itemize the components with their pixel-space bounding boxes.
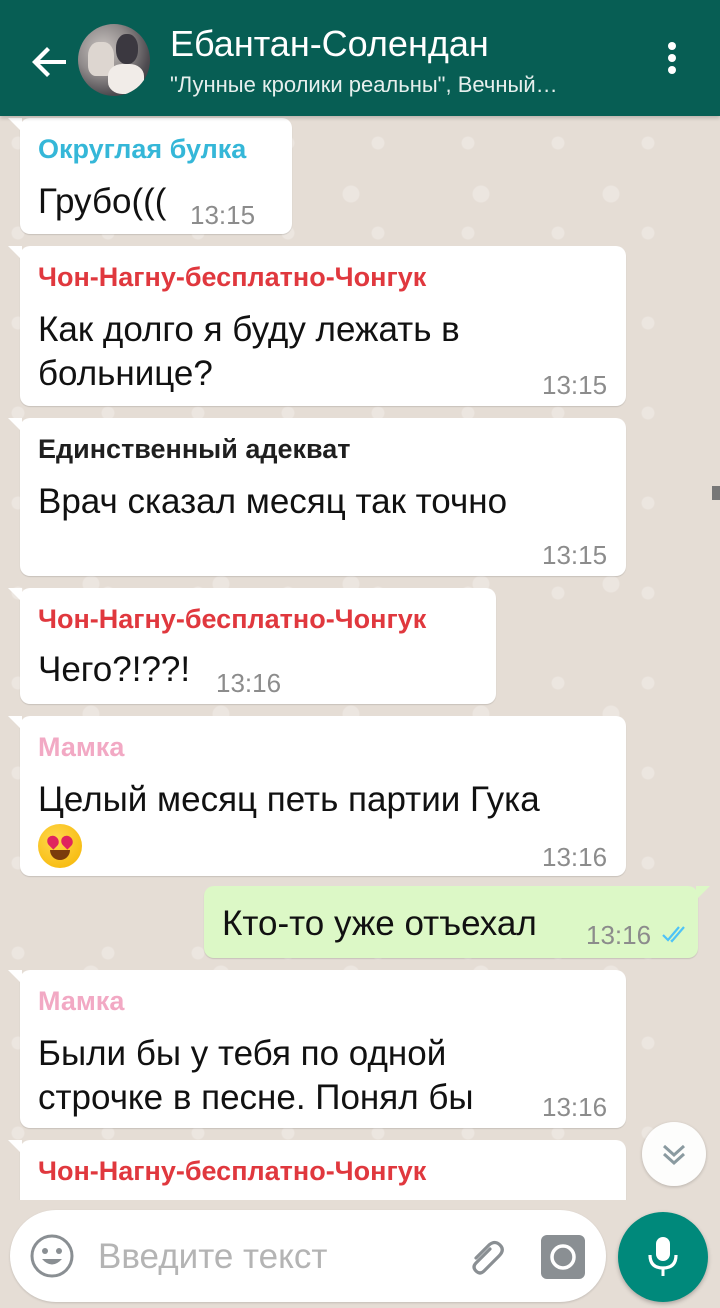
message-bubble[interactable]: Мамка Были бы у тебя по одной строчке в … bbox=[8, 970, 626, 1128]
message-text: Как долго я буду лежать в больнице? bbox=[38, 308, 460, 396]
message-bubble[interactable]: Чон-Нагну-бесплатно-Чонгук Чего?!??! 13:… bbox=[8, 588, 496, 704]
scroll-handle[interactable] bbox=[712, 486, 720, 500]
message-sender: Мамка bbox=[38, 986, 125, 1016]
chat-title[interactable]: Ебантан-Солендан bbox=[170, 22, 650, 66]
message-text-line: Целый месяц петь партии Гука bbox=[38, 780, 540, 819]
attach-icon[interactable] bbox=[462, 1232, 510, 1280]
message-time: 13:15 bbox=[190, 200, 256, 230]
message-sender: Чон-Нагну-бесплатно-Чонгук bbox=[38, 604, 427, 634]
camera-icon[interactable] bbox=[540, 1234, 586, 1280]
more-vert-icon[interactable] bbox=[656, 38, 688, 82]
message-sender: Единственный адекват bbox=[38, 434, 351, 464]
message-text-line: строчке в песне. Понял бы bbox=[38, 1078, 474, 1117]
message-time: 13:16 bbox=[542, 842, 608, 872]
message-bubble[interactable]: Чон-Нагну-бесплатно-Чонгук bbox=[8, 1140, 626, 1200]
group-avatar[interactable] bbox=[78, 24, 150, 96]
message-time: 13:15 bbox=[542, 370, 608, 400]
message-bubble[interactable]: Округлая булка Грубо((( 13:15 bbox=[8, 118, 292, 234]
message-text-line: Как долго я буду лежать в bbox=[38, 310, 460, 349]
message-time: 13:15 bbox=[542, 540, 608, 570]
message-text: Грубо((( bbox=[38, 182, 167, 221]
message-text: Целый месяц петь партии Гука bbox=[38, 778, 540, 868]
mic-button[interactable] bbox=[618, 1212, 708, 1302]
message-list[interactable]: Округлая булка Грубо((( 13:15 Чон-Нагну-… bbox=[0, 116, 720, 1200]
message-text: Были бы у тебя по одной строчке в песне.… bbox=[38, 1032, 474, 1120]
message-bubble-outgoing[interactable]: Кто-то уже отъехал 13:16 bbox=[204, 886, 710, 958]
message-input[interactable]: Введите текст bbox=[98, 1236, 327, 1278]
message-composer: Введите текст bbox=[10, 1210, 606, 1302]
back-arrow-icon[interactable] bbox=[28, 40, 72, 84]
message-time: 13:16 bbox=[586, 920, 652, 950]
double-check-icon bbox=[662, 924, 690, 949]
message-time: 13:16 bbox=[216, 668, 282, 698]
message-text-line: больнице? bbox=[38, 354, 213, 393]
scroll-to-bottom-button[interactable] bbox=[642, 1122, 706, 1186]
message-text: Кто-то уже отъехал bbox=[222, 904, 537, 943]
message-bubble[interactable]: Единственный адекват Врач сказал месяц т… bbox=[8, 418, 626, 576]
message-text-line: Были бы у тебя по одной bbox=[38, 1034, 447, 1073]
message-text: Чего?!??! bbox=[38, 650, 191, 689]
chat-subtitle[interactable]: "Лунные кролики реальны", Вечный… bbox=[170, 70, 640, 100]
message-sender: Мамка bbox=[38, 732, 125, 762]
chat-header: Ебантан-Солендан "Лунные кролики реальны… bbox=[0, 0, 720, 116]
mic-icon bbox=[648, 1237, 678, 1276]
heart-eyes-emoji bbox=[38, 823, 82, 868]
message-bubble[interactable]: Чон-Нагну-бесплатно-Чонгук Как долго я б… bbox=[8, 246, 626, 406]
emoji-icon[interactable] bbox=[28, 1232, 76, 1280]
message-bubble[interactable]: Мамка Целый месяц петь партии Гука 13:16 bbox=[8, 716, 626, 876]
message-text: Врач сказал месяц так точно bbox=[38, 482, 508, 521]
message-sender: Чон-Нагну-бесплатно-Чонгук bbox=[38, 262, 427, 292]
message-sender: Округлая булка bbox=[38, 134, 247, 164]
chevron-down-icon bbox=[662, 1144, 686, 1166]
message-time: 13:16 bbox=[542, 1092, 608, 1122]
message-sender: Чон-Нагну-бесплатно-Чонгук bbox=[38, 1156, 427, 1186]
